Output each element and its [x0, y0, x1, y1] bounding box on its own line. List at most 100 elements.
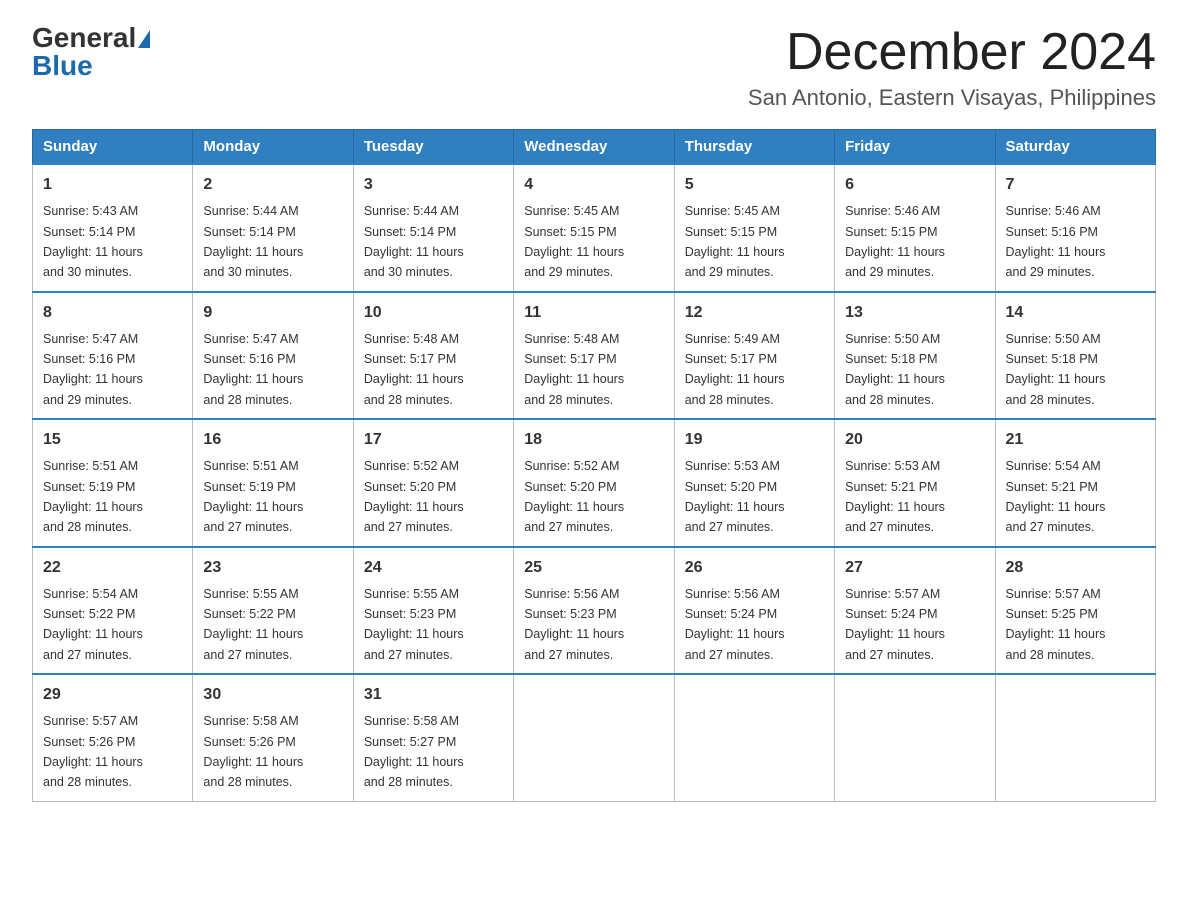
col-wednesday: Wednesday — [514, 130, 674, 165]
day-number: 24 — [364, 556, 503, 580]
day-info: Sunrise: 5:50 AMSunset: 5:18 PMDaylight:… — [845, 332, 945, 407]
day-number: 4 — [524, 173, 663, 197]
day-number: 1 — [43, 173, 182, 197]
day-info: Sunrise: 5:51 AMSunset: 5:19 PMDaylight:… — [43, 459, 143, 534]
col-tuesday: Tuesday — [353, 130, 513, 165]
calendar-cell: 23 Sunrise: 5:55 AMSunset: 5:22 PMDayligh… — [193, 547, 353, 675]
calendar-cell: 7 Sunrise: 5:46 AMSunset: 5:16 PMDaylight… — [995, 164, 1155, 292]
day-number: 20 — [845, 428, 984, 452]
day-info: Sunrise: 5:57 AMSunset: 5:24 PMDaylight:… — [845, 587, 945, 662]
day-number: 29 — [43, 683, 182, 707]
day-number: 25 — [524, 556, 663, 580]
calendar-week-row: 29 Sunrise: 5:57 AMSunset: 5:26 PMDayligh… — [33, 674, 1156, 801]
calendar-cell: 29 Sunrise: 5:57 AMSunset: 5:26 PMDayligh… — [33, 674, 193, 801]
month-year-title: December 2024 — [748, 24, 1156, 81]
day-info: Sunrise: 5:52 AMSunset: 5:20 PMDaylight:… — [364, 459, 464, 534]
calendar-cell: 12Sunrise: 5:49 AMSunset: 5:17 PMDayligh… — [674, 292, 834, 420]
calendar-cell — [674, 674, 834, 801]
day-info: Sunrise: 5:53 AMSunset: 5:21 PMDaylight:… — [845, 459, 945, 534]
day-number: 8 — [43, 301, 182, 325]
day-info: Sunrise: 5:57 AMSunset: 5:26 PMDaylight:… — [43, 714, 143, 789]
day-number: 30 — [203, 683, 342, 707]
day-number: 21 — [1006, 428, 1145, 452]
location-subtitle: San Antonio, Eastern Visayas, Philippine… — [748, 85, 1156, 111]
day-number: 14 — [1006, 301, 1145, 325]
calendar-cell — [835, 674, 995, 801]
col-friday: Friday — [835, 130, 995, 165]
calendar-table: Sunday Monday Tuesday Wednesday Thursday… — [32, 129, 1156, 802]
day-number: 3 — [364, 173, 503, 197]
calendar-week-row: 1Sunrise: 5:43 AMSunset: 5:14 PMDaylight… — [33, 164, 1156, 292]
day-info: Sunrise: 5:47 AMSunset: 5:16 PMDaylight:… — [43, 332, 143, 407]
calendar-week-row: 22 Sunrise: 5:54 AMSunset: 5:22 PMDayligh… — [33, 547, 1156, 675]
calendar-cell: 22 Sunrise: 5:54 AMSunset: 5:22 PMDayligh… — [33, 547, 193, 675]
day-info: Sunrise: 5:45 AMSunset: 5:15 PMDaylight:… — [524, 204, 624, 279]
col-sunday: Sunday — [33, 130, 193, 165]
calendar-cell: 21 Sunrise: 5:54 AMSunset: 5:21 PMDayligh… — [995, 419, 1155, 547]
title-block: December 2024 San Antonio, Eastern Visay… — [748, 24, 1156, 111]
day-info: Sunrise: 5:55 AMSunset: 5:22 PMDaylight:… — [203, 587, 303, 662]
day-info: Sunrise: 5:58 AMSunset: 5:27 PMDaylight:… — [364, 714, 464, 789]
day-number: 26 — [685, 556, 824, 580]
calendar-cell: 24Sunrise: 5:55 AMSunset: 5:23 PMDayligh… — [353, 547, 513, 675]
logo-general-line: General — [32, 24, 150, 52]
day-info: Sunrise: 5:54 AMSunset: 5:21 PMDaylight:… — [1006, 459, 1106, 534]
calendar-cell: 31 Sunrise: 5:58 AMSunset: 5:27 PMDayligh… — [353, 674, 513, 801]
calendar-cell: 2Sunrise: 5:44 AMSunset: 5:14 PMDaylight… — [193, 164, 353, 292]
day-number: 6 — [845, 173, 984, 197]
col-monday: Monday — [193, 130, 353, 165]
calendar-cell: 19Sunrise: 5:53 AMSunset: 5:20 PMDayligh… — [674, 419, 834, 547]
logo: General Blue — [32, 24, 150, 80]
day-info: Sunrise: 5:48 AMSunset: 5:17 PMDaylight:… — [364, 332, 464, 407]
page-header: General Blue December 2024 San Antonio, … — [32, 24, 1156, 111]
day-number: 5 — [685, 173, 824, 197]
day-info: Sunrise: 5:51 AMSunset: 5:19 PMDaylight:… — [203, 459, 303, 534]
day-number: 9 — [203, 301, 342, 325]
day-info: Sunrise: 5:44 AMSunset: 5:14 PMDaylight:… — [203, 204, 303, 279]
day-number: 31 — [364, 683, 503, 707]
day-number: 27 — [845, 556, 984, 580]
day-info: Sunrise: 5:58 AMSunset: 5:26 PMDaylight:… — [203, 714, 303, 789]
day-info: Sunrise: 5:56 AMSunset: 5:23 PMDaylight:… — [524, 587, 624, 662]
day-info: Sunrise: 5:52 AMSunset: 5:20 PMDaylight:… — [524, 459, 624, 534]
day-info: Sunrise: 5:46 AMSunset: 5:16 PMDaylight:… — [1006, 204, 1106, 279]
day-number: 13 — [845, 301, 984, 325]
calendar-cell: 16 Sunrise: 5:51 AMSunset: 5:19 PMDayligh… — [193, 419, 353, 547]
day-info: Sunrise: 5:47 AMSunset: 5:16 PMDaylight:… — [203, 332, 303, 407]
calendar-cell — [995, 674, 1155, 801]
calendar-week-row: 15Sunrise: 5:51 AMSunset: 5:19 PMDayligh… — [33, 419, 1156, 547]
day-info: Sunrise: 5:48 AMSunset: 5:17 PMDaylight:… — [524, 332, 624, 407]
calendar-cell: 1Sunrise: 5:43 AMSunset: 5:14 PMDaylight… — [33, 164, 193, 292]
calendar-cell: 13 Sunrise: 5:50 AMSunset: 5:18 PMDayligh… — [835, 292, 995, 420]
calendar-cell: 8 Sunrise: 5:47 AMSunset: 5:16 PMDaylight… — [33, 292, 193, 420]
calendar-week-row: 8 Sunrise: 5:47 AMSunset: 5:16 PMDaylight… — [33, 292, 1156, 420]
day-number: 7 — [1006, 173, 1145, 197]
calendar-cell: 3 Sunrise: 5:44 AMSunset: 5:14 PMDaylight… — [353, 164, 513, 292]
day-number: 17 — [364, 428, 503, 452]
day-info: Sunrise: 5:49 AMSunset: 5:17 PMDaylight:… — [685, 332, 785, 407]
calendar-cell: 26 Sunrise: 5:56 AMSunset: 5:24 PMDayligh… — [674, 547, 834, 675]
day-number: 19 — [685, 428, 824, 452]
day-number: 16 — [203, 428, 342, 452]
col-thursday: Thursday — [674, 130, 834, 165]
calendar-cell: 6 Sunrise: 5:46 AMSunset: 5:15 PMDaylight… — [835, 164, 995, 292]
calendar-cell: 20 Sunrise: 5:53 AMSunset: 5:21 PMDayligh… — [835, 419, 995, 547]
logo-general-text: General — [32, 22, 136, 53]
day-info: Sunrise: 5:54 AMSunset: 5:22 PMDaylight:… — [43, 587, 143, 662]
day-info: Sunrise: 5:44 AMSunset: 5:14 PMDaylight:… — [364, 204, 464, 279]
day-info: Sunrise: 5:46 AMSunset: 5:15 PMDaylight:… — [845, 204, 945, 279]
col-saturday: Saturday — [995, 130, 1155, 165]
day-number: 18 — [524, 428, 663, 452]
calendar-cell: 4 Sunrise: 5:45 AMSunset: 5:15 PMDaylight… — [514, 164, 674, 292]
day-info: Sunrise: 5:56 AMSunset: 5:24 PMDaylight:… — [685, 587, 785, 662]
calendar-cell: 17 Sunrise: 5:52 AMSunset: 5:20 PMDayligh… — [353, 419, 513, 547]
day-number: 11 — [524, 301, 663, 325]
day-number: 22 — [43, 556, 182, 580]
logo-blue-text: Blue — [32, 50, 93, 81]
calendar-cell: 10 Sunrise: 5:48 AMSunset: 5:17 PMDayligh… — [353, 292, 513, 420]
day-info: Sunrise: 5:50 AMSunset: 5:18 PMDaylight:… — [1006, 332, 1106, 407]
day-number: 10 — [364, 301, 503, 325]
calendar-cell: 28Sunrise: 5:57 AMSunset: 5:25 PMDayligh… — [995, 547, 1155, 675]
calendar-cell: 18 Sunrise: 5:52 AMSunset: 5:20 PMDayligh… — [514, 419, 674, 547]
day-number: 23 — [203, 556, 342, 580]
